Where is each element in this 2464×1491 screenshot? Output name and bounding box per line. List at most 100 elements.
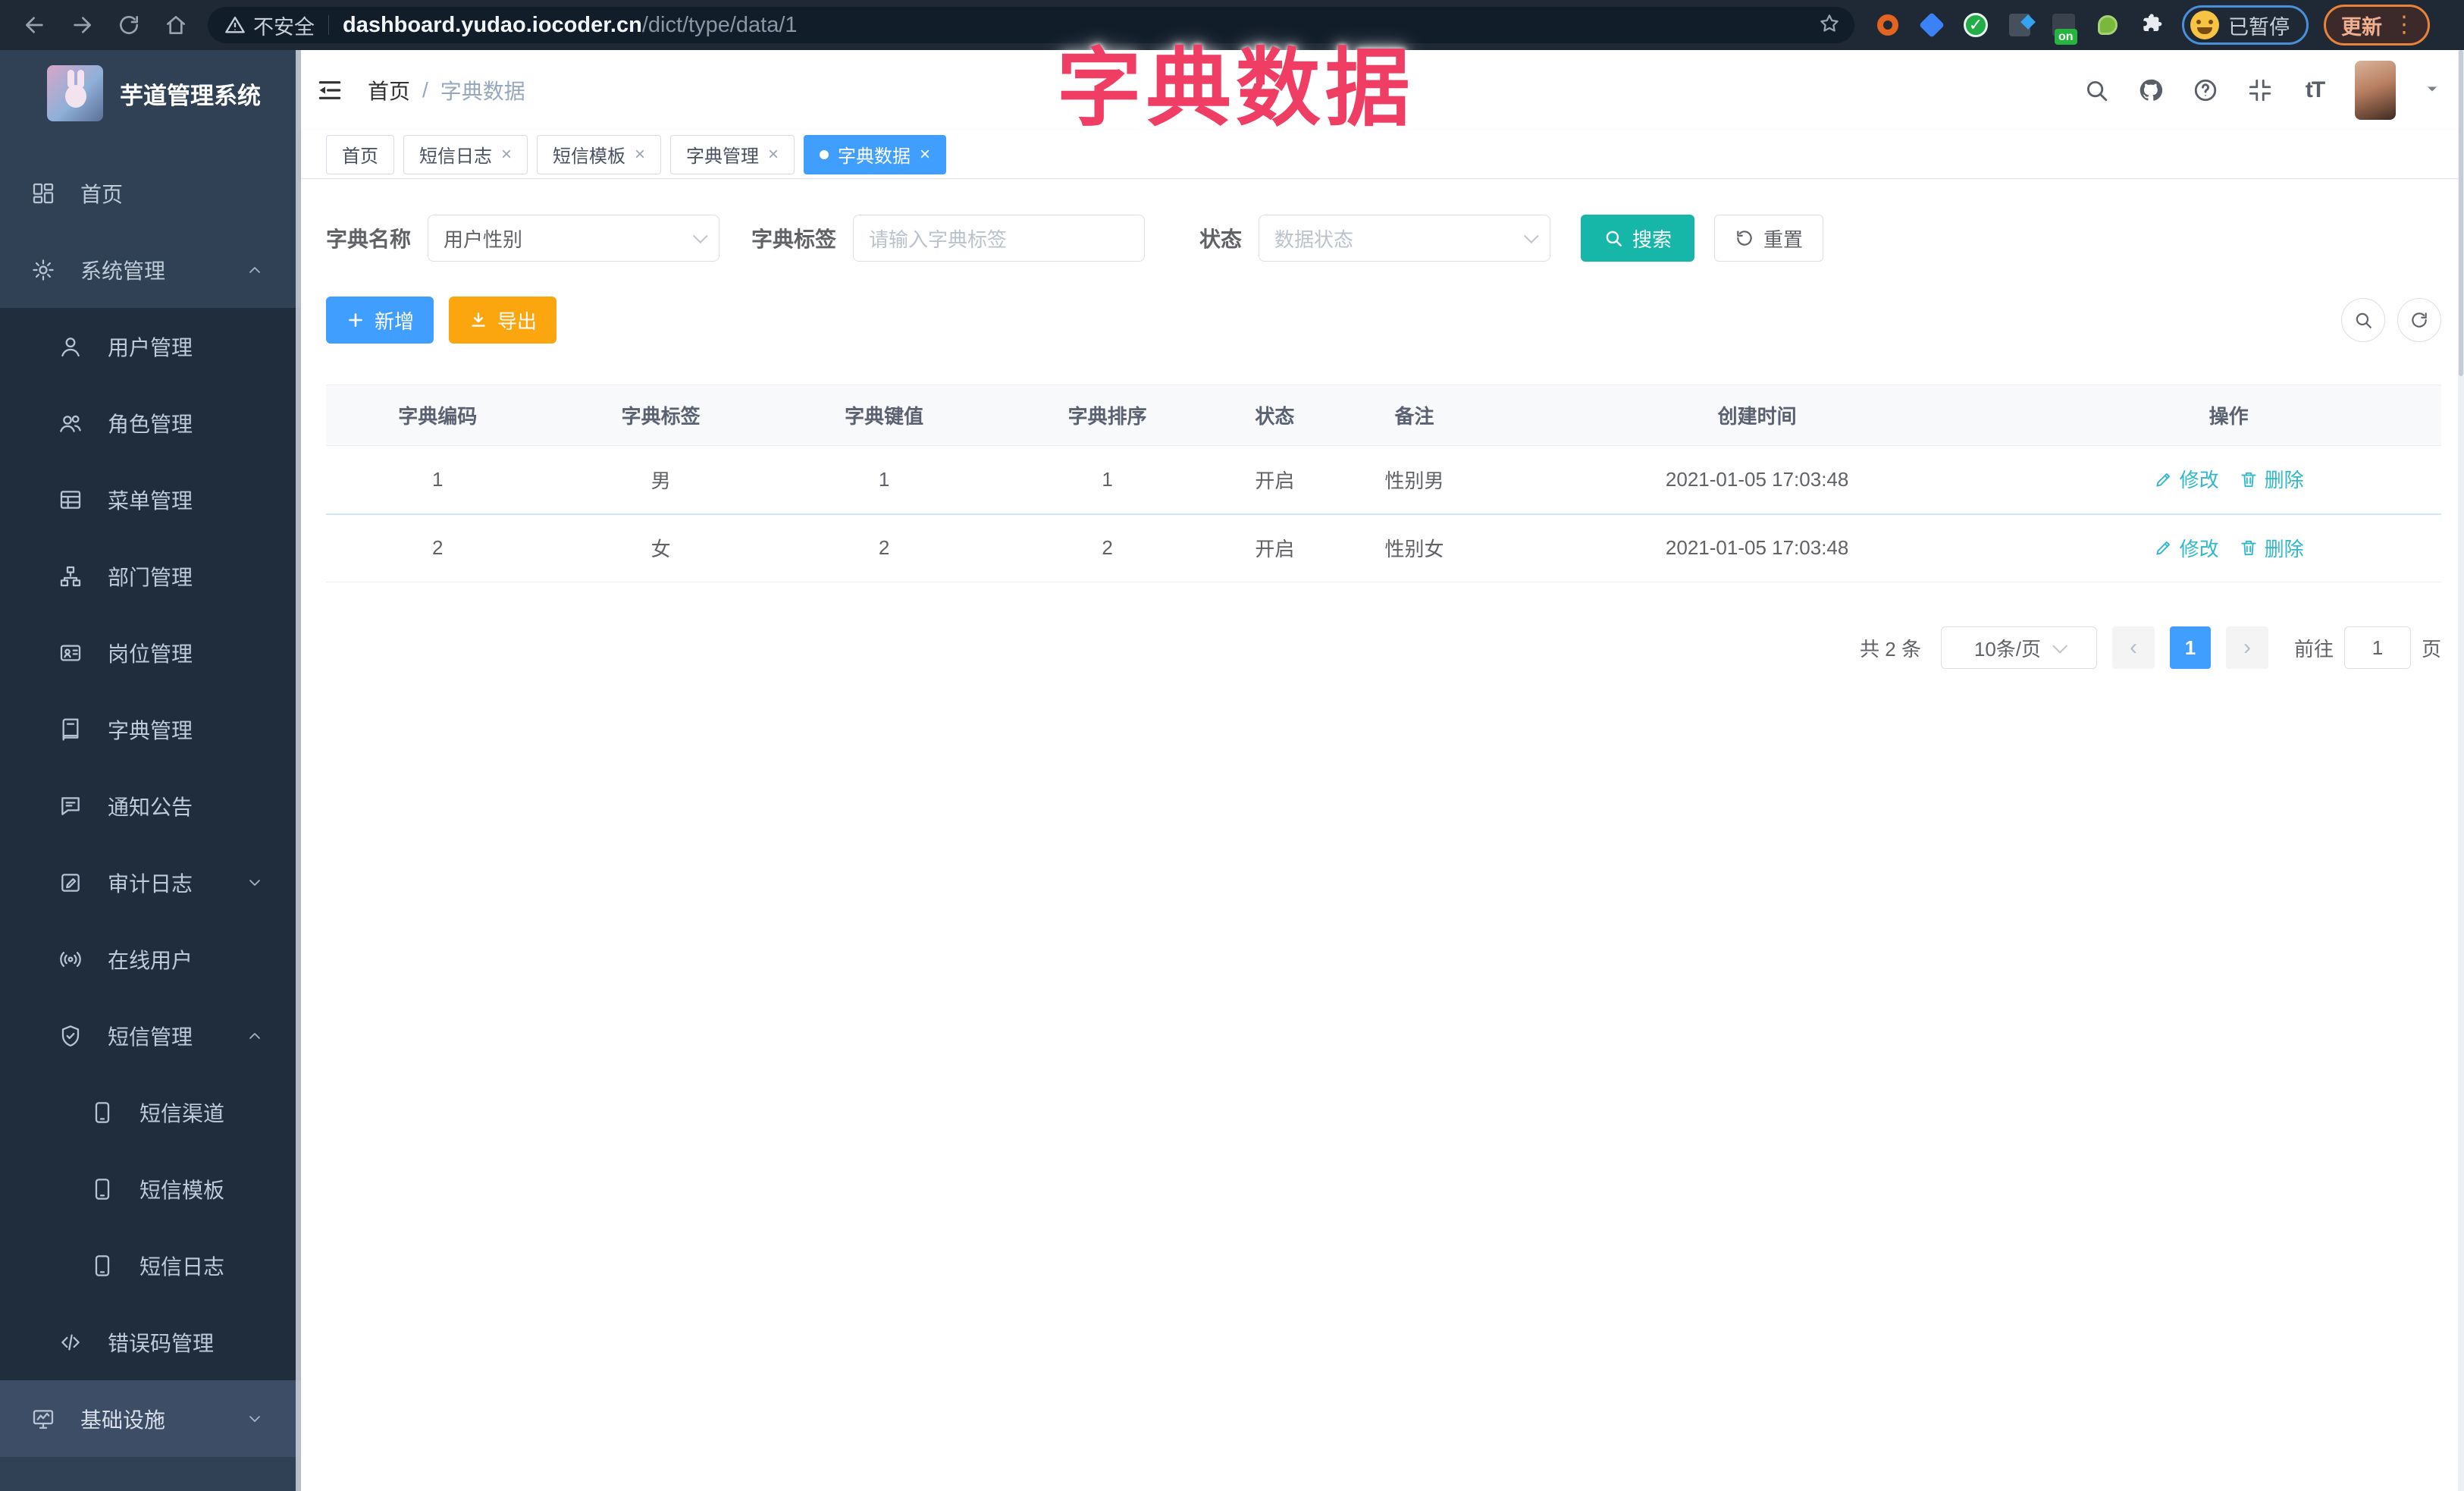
extension-sprout-icon[interactable] xyxy=(2094,11,2121,39)
reload-icon[interactable] xyxy=(114,10,144,40)
pagination: 共 2 条 10条/页 ‹ 1 › 前往 页 xyxy=(326,626,2441,669)
phone-icon xyxy=(89,1100,115,1125)
table-cell: 2 xyxy=(995,513,1219,582)
sidebar-item[interactable]: 错误码管理 xyxy=(0,1304,301,1380)
font-size-icon[interactable]: tT xyxy=(2300,76,2329,105)
reset-button[interactable]: 重置 xyxy=(1714,215,1824,262)
table-cell: 性别女 xyxy=(1331,513,1498,582)
page-scrollbar[interactable] xyxy=(2458,50,2464,1491)
close-icon[interactable]: × xyxy=(920,145,930,164)
tag-tab[interactable]: 首页 xyxy=(326,134,394,174)
sidebar-item[interactable]: 短信渠道 xyxy=(0,1074,301,1150)
search-icon xyxy=(1606,231,1622,246)
sidebar-item[interactable]: 部门管理 xyxy=(0,538,301,614)
github-icon[interactable] xyxy=(2136,76,2165,105)
user-avatar[interactable] xyxy=(2355,61,2396,120)
extensions-puzzle-icon[interactable] xyxy=(2138,11,2165,39)
kebab-menu-icon[interactable]: ⋮ xyxy=(2393,14,2415,36)
tags-view-bar: 首页 短信日志 × 短信模板 × 字典管理 × 字典数据 × xyxy=(301,130,2464,179)
chevron-down-icon[interactable] xyxy=(2423,80,2441,102)
sidebar-item[interactable]: 角色管理 xyxy=(0,385,301,461)
status-select[interactable]: 数据状态 xyxy=(1259,215,1551,262)
sidebar-item-label: 审计日志 xyxy=(108,871,193,896)
browser-update-button[interactable]: 更新 ⋮ xyxy=(2324,5,2430,46)
chevron-icon xyxy=(245,1409,265,1429)
phone-icon xyxy=(89,1176,115,1202)
extension-check-icon[interactable]: ✓ xyxy=(1962,11,1989,39)
close-icon[interactable]: × xyxy=(635,145,645,164)
search-icon[interactable] xyxy=(2082,76,2111,105)
help-icon[interactable] xyxy=(2191,76,2220,105)
breadcrumb-home[interactable]: 首页 xyxy=(368,75,410,105)
sidebar-item[interactable]: 通知公告 xyxy=(0,767,301,844)
sidebar-item[interactable]: 首页 xyxy=(0,155,301,231)
sidebar-fold-icon[interactable] xyxy=(313,74,346,107)
fullscreen-icon[interactable] xyxy=(2246,76,2274,105)
forward-icon[interactable] xyxy=(67,10,97,40)
refresh-table-button[interactable] xyxy=(2397,298,2441,342)
sidebar-item[interactable]: 审计日志 xyxy=(0,844,301,921)
dict-name-select[interactable]: 用户性别 xyxy=(428,215,720,262)
bookmark-star-icon[interactable] xyxy=(1818,12,1841,39)
extension-donut-icon[interactable] xyxy=(1874,11,1901,39)
table-cell: 2 xyxy=(326,513,550,582)
sidebar-item[interactable]: 基础设施 xyxy=(0,1380,301,1457)
table-toolbar: 新增 导出 xyxy=(326,297,2441,344)
table-body: 1 男 1 1 开启 性别男 2021-01-05 17:03:48 修改 删除 2 女 2 2 开启 性别… xyxy=(326,445,2441,582)
sidebar-item[interactable]: 用户管理 xyxy=(0,308,301,385)
sidebar-item-label: 系统管理 xyxy=(80,259,166,283)
sidebar-item[interactable]: 在线用户 xyxy=(0,921,301,997)
close-icon[interactable]: × xyxy=(768,145,779,164)
close-icon[interactable]: × xyxy=(501,145,512,164)
sidebar-item[interactable]: 短信管理 xyxy=(0,997,301,1074)
tag-tab[interactable]: 短信模板 × xyxy=(537,134,662,174)
sidebar-item[interactable]: 岗位管理 xyxy=(0,614,301,691)
delete-link[interactable]: 删除 xyxy=(2239,465,2304,493)
next-page-button[interactable]: › xyxy=(2225,626,2268,669)
goto-page-input[interactable] xyxy=(2343,626,2411,669)
sidebar-item[interactable]: 短信日志 xyxy=(0,1227,301,1304)
profile-paused-label: 已暂停 xyxy=(2228,15,2290,39)
home-icon[interactable] xyxy=(161,10,191,40)
page-size-select[interactable]: 10条/页 xyxy=(1940,626,2097,669)
edit-link[interactable]: 修改 xyxy=(2154,465,2219,493)
tag-tab[interactable]: 短信日志 × xyxy=(403,134,528,174)
delete-link[interactable]: 删除 xyxy=(2239,534,2304,562)
sidebar-item[interactable]: 短信模板 xyxy=(0,1150,301,1227)
extension-proxy-icon[interactable]: on xyxy=(2050,11,2077,45)
tag-tab[interactable]: 字典管理 × xyxy=(670,134,795,174)
dict-tag-input[interactable]: 请输入字典标签 xyxy=(853,215,1146,262)
dict-tag-label: 字典标签 xyxy=(751,228,837,251)
user-icon xyxy=(58,334,83,359)
prev-page-button[interactable]: ‹ xyxy=(2111,626,2155,669)
sidebar-item[interactable]: 字典管理 xyxy=(0,691,301,767)
sidebar-item[interactable]: 系统管理 xyxy=(0,231,301,308)
extension-stack-icon[interactable] xyxy=(2006,11,2033,39)
browser-profile-chip[interactable]: 已暂停 xyxy=(2182,5,2309,45)
security-warning[interactable]: 不安全 xyxy=(224,11,315,40)
chevron-icon xyxy=(245,260,265,280)
current-page-button[interactable]: 1 xyxy=(2169,626,2211,669)
table-header-cell: 操作 xyxy=(2016,385,2441,446)
export-button[interactable]: 导出 xyxy=(449,297,556,344)
sidebar-item-label: 在线用户 xyxy=(108,948,193,972)
message-icon xyxy=(58,793,83,819)
extension-gem-icon[interactable] xyxy=(1918,11,1945,39)
tag-label: 短信日志 xyxy=(419,146,492,167)
sidebar-item-label: 首页 xyxy=(80,182,124,206)
add-button[interactable]: 新增 xyxy=(326,297,434,344)
sidebar-item-label: 通知公告 xyxy=(108,795,193,819)
tag-tab[interactable]: 字典数据 × xyxy=(804,134,947,174)
app-root: 不安全 dashboard.yudao.iocoder.cn/dict/type… xyxy=(0,0,2464,1491)
edit-link[interactable]: 修改 xyxy=(2154,534,2219,562)
sidebar-logo-row[interactable]: 芋道管理系统 xyxy=(0,50,301,135)
search-button[interactable]: 搜索 xyxy=(1581,215,1695,262)
plus-icon xyxy=(349,313,362,327)
sidebar-item[interactable]: 菜单管理 xyxy=(0,461,301,538)
back-icon[interactable] xyxy=(20,10,50,40)
toggle-search-button[interactable] xyxy=(2341,298,2385,342)
sidebar-scrollbar[interactable] xyxy=(296,50,301,1491)
address-bar[interactable]: 不安全 dashboard.yudao.iocoder.cn/dict/type… xyxy=(208,7,1854,43)
sidebar-item-label: 字典管理 xyxy=(108,718,193,742)
divider xyxy=(328,15,329,35)
